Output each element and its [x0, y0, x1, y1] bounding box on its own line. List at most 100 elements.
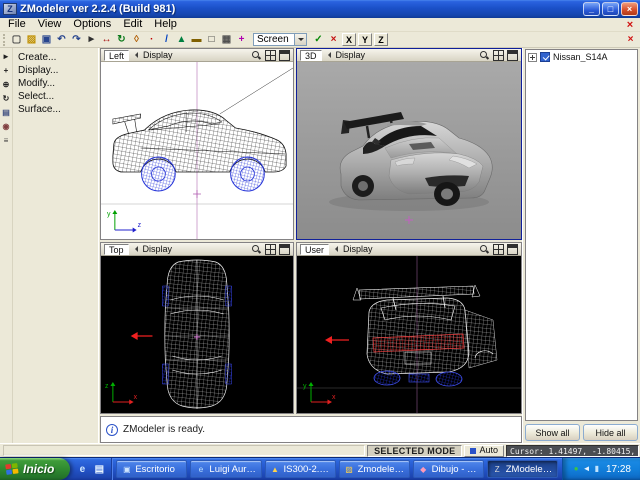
- vertices-mode-icon[interactable]: ∙: [144, 33, 159, 47]
- expand-icon[interactable]: [528, 53, 537, 62]
- screen-dropdown[interactable]: Screen: [253, 33, 307, 46]
- faces-mode-icon[interactable]: ▲: [174, 33, 189, 47]
- visibility-checkbox[interactable]: [540, 52, 550, 62]
- command-surface[interactable]: Surface...: [13, 103, 98, 116]
- select-tool-icon[interactable]: ►: [84, 33, 99, 47]
- taskbar-task-button[interactable]: Z ZModeler ver ...: [487, 460, 558, 478]
- save-file-icon[interactable]: ▣: [39, 33, 54, 47]
- grid-toggle-icon[interactable]: [265, 50, 276, 61]
- viewport-menu-arrow-icon[interactable]: [132, 246, 138, 252]
- taskbar-task-button[interactable]: e Luigi Auriemm...: [190, 460, 261, 478]
- gizmo-toggle-icon[interactable]: +: [234, 33, 249, 47]
- viewport-left-canvas[interactable]: y z: [101, 62, 293, 239]
- car-shaded-3d-view: [297, 62, 521, 239]
- taskbar-task-button[interactable]: ▣ Escritorio: [116, 460, 187, 478]
- menubar-close-icon[interactable]: ×: [622, 19, 638, 31]
- menu-help[interactable]: Help: [148, 18, 183, 31]
- x-axis-toggle[interactable]: X: [342, 33, 356, 46]
- command-display[interactable]: Display...: [13, 64, 98, 77]
- rotate-view-icon[interactable]: ↻: [0, 92, 12, 104]
- zoom-icon[interactable]: [251, 50, 262, 61]
- close-button[interactable]: ×: [621, 2, 638, 16]
- paint-icon: ◆: [418, 465, 429, 474]
- redo-icon[interactable]: ↷: [69, 33, 84, 47]
- new-file-icon[interactable]: ▢: [9, 33, 24, 47]
- discard-icon[interactable]: ×: [326, 33, 341, 47]
- grid-toggle-icon[interactable]: ▦: [219, 33, 234, 47]
- command-select[interactable]: Select...: [13, 90, 98, 103]
- viewport-user-display-dropdown[interactable]: Display: [341, 244, 375, 254]
- viewport-top-name-button[interactable]: Top: [104, 244, 129, 255]
- delete-icon[interactable]: ×: [623, 33, 638, 47]
- apply-icon[interactable]: ✓: [311, 33, 326, 47]
- layers-icon[interactable]: ▤: [0, 106, 12, 118]
- command-create[interactable]: Create...: [13, 51, 98, 64]
- viewport-maximize-icon[interactable]: [279, 50, 290, 61]
- minimize-button[interactable]: _: [583, 2, 600, 16]
- viewport-3d[interactable]: 3D Display: [296, 48, 522, 240]
- show-desktop-icon[interactable]: ▤: [92, 462, 106, 476]
- viewport-user-canvas[interactable]: y x: [297, 256, 521, 413]
- network-tray-icon[interactable]: ▮: [595, 465, 599, 473]
- taskbar-task-button[interactable]: ◆ Dibujo - Paint: [413, 460, 484, 478]
- menu-edit[interactable]: Edit: [117, 18, 148, 31]
- select-arrow-icon[interactable]: ►: [0, 50, 12, 62]
- viewport-left-display-dropdown[interactable]: Display: [141, 50, 175, 60]
- zoom-icon[interactable]: [251, 244, 262, 255]
- viewport-top-display-dropdown[interactable]: Display: [141, 244, 175, 254]
- hide-all-button[interactable]: Hide all: [583, 424, 638, 441]
- viewport-top[interactable]: Top Display: [100, 242, 294, 414]
- internet-explorer-icon[interactable]: e: [75, 462, 89, 476]
- grid-toggle-icon[interactable]: [493, 244, 504, 255]
- viewport-user-name-button[interactable]: User: [300, 244, 329, 255]
- taskbar-task-button[interactable]: ▨ Zmodeler-2.2...: [339, 460, 410, 478]
- z-axis-toggle[interactable]: Z: [374, 33, 388, 46]
- pan-view-icon[interactable]: +: [0, 64, 12, 76]
- maximize-button[interactable]: □: [602, 2, 619, 16]
- taskbar-task-button[interactable]: ▲ IS300-2.max ...: [265, 460, 336, 478]
- settings-icon[interactable]: ≡: [0, 134, 12, 146]
- viewport-menu-arrow-icon[interactable]: [332, 246, 338, 252]
- objects-mode-icon[interactable]: □: [204, 33, 219, 47]
- start-button[interactable]: Inicio: [0, 458, 70, 480]
- menu-options[interactable]: Options: [67, 18, 117, 31]
- command-modify[interactable]: Modify...: [13, 77, 98, 90]
- tree-item[interactable]: Nissan_S14A: [526, 50, 637, 64]
- auto-toggle[interactable]: Auto: [464, 445, 504, 457]
- grid-toggle-icon[interactable]: [265, 244, 276, 255]
- viewport-maximize-icon[interactable]: [507, 244, 518, 255]
- viewport-maximize-icon[interactable]: [507, 50, 518, 61]
- polygons-mode-icon[interactable]: ▬: [189, 33, 204, 47]
- chevron-down-icon[interactable]: [294, 34, 306, 45]
- viewport-3d-canvas[interactable]: [297, 62, 521, 239]
- viewport-3d-name-button[interactable]: 3D: [300, 50, 322, 61]
- viewport-maximize-icon[interactable]: [279, 244, 290, 255]
- y-axis-toggle[interactable]: Y: [358, 33, 372, 46]
- viewport-left-name-button[interactable]: Left: [104, 50, 129, 61]
- menu-view[interactable]: View: [32, 18, 68, 31]
- grid-toggle-icon[interactable]: [493, 50, 504, 61]
- materials-icon[interactable]: ◉: [0, 120, 12, 132]
- edges-mode-icon[interactable]: /: [159, 33, 174, 47]
- open-file-icon[interactable]: ▨: [24, 33, 39, 47]
- toolbar-grip[interactable]: [3, 34, 6, 46]
- viewport-menu-arrow-icon[interactable]: [325, 52, 331, 58]
- rotate-tool-icon[interactable]: ↻: [114, 33, 129, 47]
- menu-file[interactable]: File: [2, 18, 32, 31]
- messenger-tray-icon[interactable]: ●: [574, 465, 579, 473]
- viewport-3d-display-dropdown[interactable]: Display: [334, 50, 368, 60]
- move-tool-icon[interactable]: ↔: [99, 33, 114, 47]
- titlebar[interactable]: Z ZModeler ver 2.2.4 (Build 981) _ □ ×: [0, 0, 640, 18]
- viewport-left[interactable]: Left Display: [100, 48, 294, 240]
- zoom-icon[interactable]: [479, 244, 490, 255]
- volume-tray-icon[interactable]: ◄: [583, 465, 591, 473]
- viewport-top-canvas[interactable]: z x: [101, 256, 293, 413]
- show-all-button[interactable]: Show all: [525, 424, 580, 441]
- app-icon: Z: [3, 3, 17, 15]
- scale-tool-icon[interactable]: ◊: [129, 33, 144, 47]
- zoom-view-icon[interactable]: ⊕: [0, 78, 12, 90]
- zoom-icon[interactable]: [479, 50, 490, 61]
- undo-icon[interactable]: ↶: [54, 33, 69, 47]
- viewport-menu-arrow-icon[interactable]: [132, 52, 138, 58]
- viewport-user[interactable]: User Display: [296, 242, 522, 414]
